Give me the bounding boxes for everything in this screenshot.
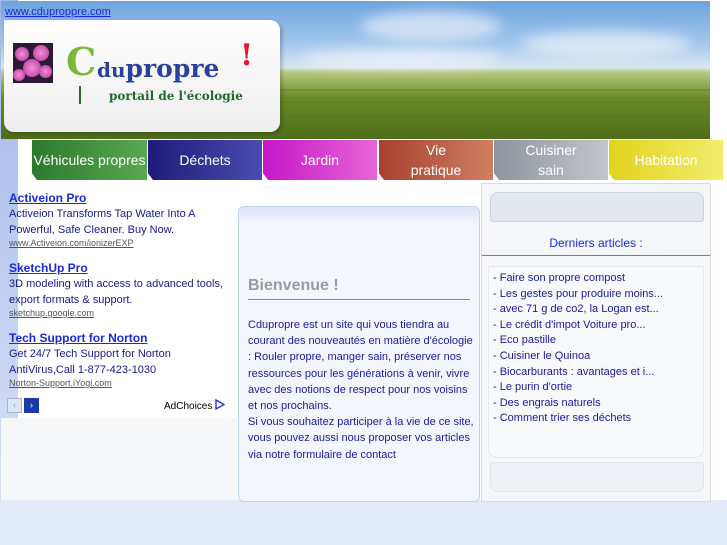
- article-link[interactable]: - Les gestes pour produire moins...: [493, 287, 663, 303]
- divider: [482, 255, 710, 256]
- nav-habitation[interactable]: Habitation: [608, 140, 723, 180]
- ad-choices-label: AdChoices: [164, 401, 213, 412]
- article-link[interactable]: - avec 71 g de co2, la Logan est...: [493, 302, 663, 318]
- ad-text[interactable]: Activeion Transforms Tap Water Into A Po…: [9, 207, 234, 238]
- article-link[interactable]: - Cuisiner le Quinoa: [493, 349, 663, 365]
- site-url-link[interactable]: www.cduproppre.com: [5, 6, 111, 18]
- ad-column: Activeion Pro Activeion Transforms Tap W…: [5, 185, 233, 415]
- nav-jardin[interactable]: Jardin: [262, 140, 377, 180]
- ad-title-link[interactable]: Tech Support for Norton: [9, 331, 147, 345]
- article-link[interactable]: - Le purin d'ortie: [493, 380, 663, 396]
- recent-articles-panel: Derniers articles : - Faire son propre c…: [481, 183, 711, 502]
- nav-cuisiner-sain[interactable]: Cuisiner sain: [493, 140, 608, 180]
- recent-articles-title: Derniers articles :: [549, 236, 643, 250]
- nav-label: Vie pratique: [410, 142, 462, 178]
- nav-label: Habitation: [634, 152, 698, 168]
- logo-tagline: portail de l'écologie: [109, 89, 243, 103]
- ad-text[interactable]: 3D modeling with access to advanced tool…: [9, 277, 234, 308]
- blank-area: [1, 418, 237, 500]
- logo-divider: [79, 86, 81, 104]
- panel-header-bar: [239, 207, 479, 225]
- intro-text: Cdupropre est un site qui vous tiendra a…: [248, 317, 476, 463]
- ad-next-button[interactable]: ›: [24, 398, 39, 413]
- recent-articles-list: - Faire son propre compost - Les gestes …: [493, 271, 663, 427]
- ad-choices-link[interactable]: AdChoices: [164, 398, 226, 412]
- ad-choices-icon: [215, 398, 226, 411]
- panel-bottom-box: [490, 462, 704, 492]
- divider: [248, 299, 470, 300]
- article-link[interactable]: - Biocarburants : avantages et i...: [493, 365, 663, 381]
- nav-label: Déchets: [179, 152, 231, 168]
- ad-url-link[interactable]: Norton-Support.iYogi.com: [9, 378, 112, 388]
- nav-label: Véhicules propres: [33, 152, 146, 168]
- ad-text[interactable]: Get 24/7 Tech Support for Norton AntiVir…: [9, 347, 189, 378]
- logo-du: du: [97, 58, 126, 82]
- intro-paragraph-contact[interactable]: Si vous souhaitez participer à la vie de…: [248, 416, 474, 460]
- nav-vie-pratique[interactable]: Vie pratique: [378, 140, 493, 180]
- ad-url-link[interactable]: sketchup.google.com: [9, 308, 94, 318]
- nav-label: Jardin: [300, 152, 340, 168]
- nav-vehicules-propres[interactable]: Véhicules propres: [31, 140, 147, 180]
- article-link[interactable]: - Eco pastille: [493, 333, 663, 349]
- ad-title-link[interactable]: SketchUp Pro: [9, 261, 88, 275]
- article-link[interactable]: - Faire son propre compost: [493, 271, 663, 287]
- flower-logo-icon: [13, 43, 53, 83]
- ad-prev-button[interactable]: ‹: [7, 398, 22, 413]
- welcome-title: Bienvenue !: [248, 277, 339, 294]
- logo-propre: propre: [125, 54, 220, 83]
- article-link[interactable]: - Le crédit d'impot Voiture pro...: [493, 318, 663, 334]
- intro-paragraph: Cdupropre est un site qui vous tiendra a…: [248, 319, 473, 413]
- bottom-decor-strip: [0, 500, 727, 545]
- ad-url-link[interactable]: www.Activeion.com/ionizerEXP: [9, 238, 134, 248]
- panel-top-box: [490, 192, 704, 222]
- nav-dechets[interactable]: Déchets: [147, 140, 262, 180]
- nav-label: Cuisiner sain: [525, 142, 577, 178]
- page: www.cduproppre.com C dupropre ! portail …: [0, 0, 727, 545]
- logo-exclamation: !: [240, 38, 254, 73]
- welcome-panel: Bienvenue ! Cdupropre est un site qui vo…: [238, 206, 480, 502]
- article-link[interactable]: - Des engrais naturels: [493, 396, 663, 412]
- article-link[interactable]: - Comment trier ses déchets: [493, 411, 663, 427]
- logo-letter-c: C: [66, 39, 97, 84]
- ad-title-link[interactable]: Activeion Pro: [9, 191, 86, 205]
- logo[interactable]: C dupropre ! portail de l'écologie: [4, 20, 280, 132]
- logo-wordmark: dupropre: [97, 54, 219, 85]
